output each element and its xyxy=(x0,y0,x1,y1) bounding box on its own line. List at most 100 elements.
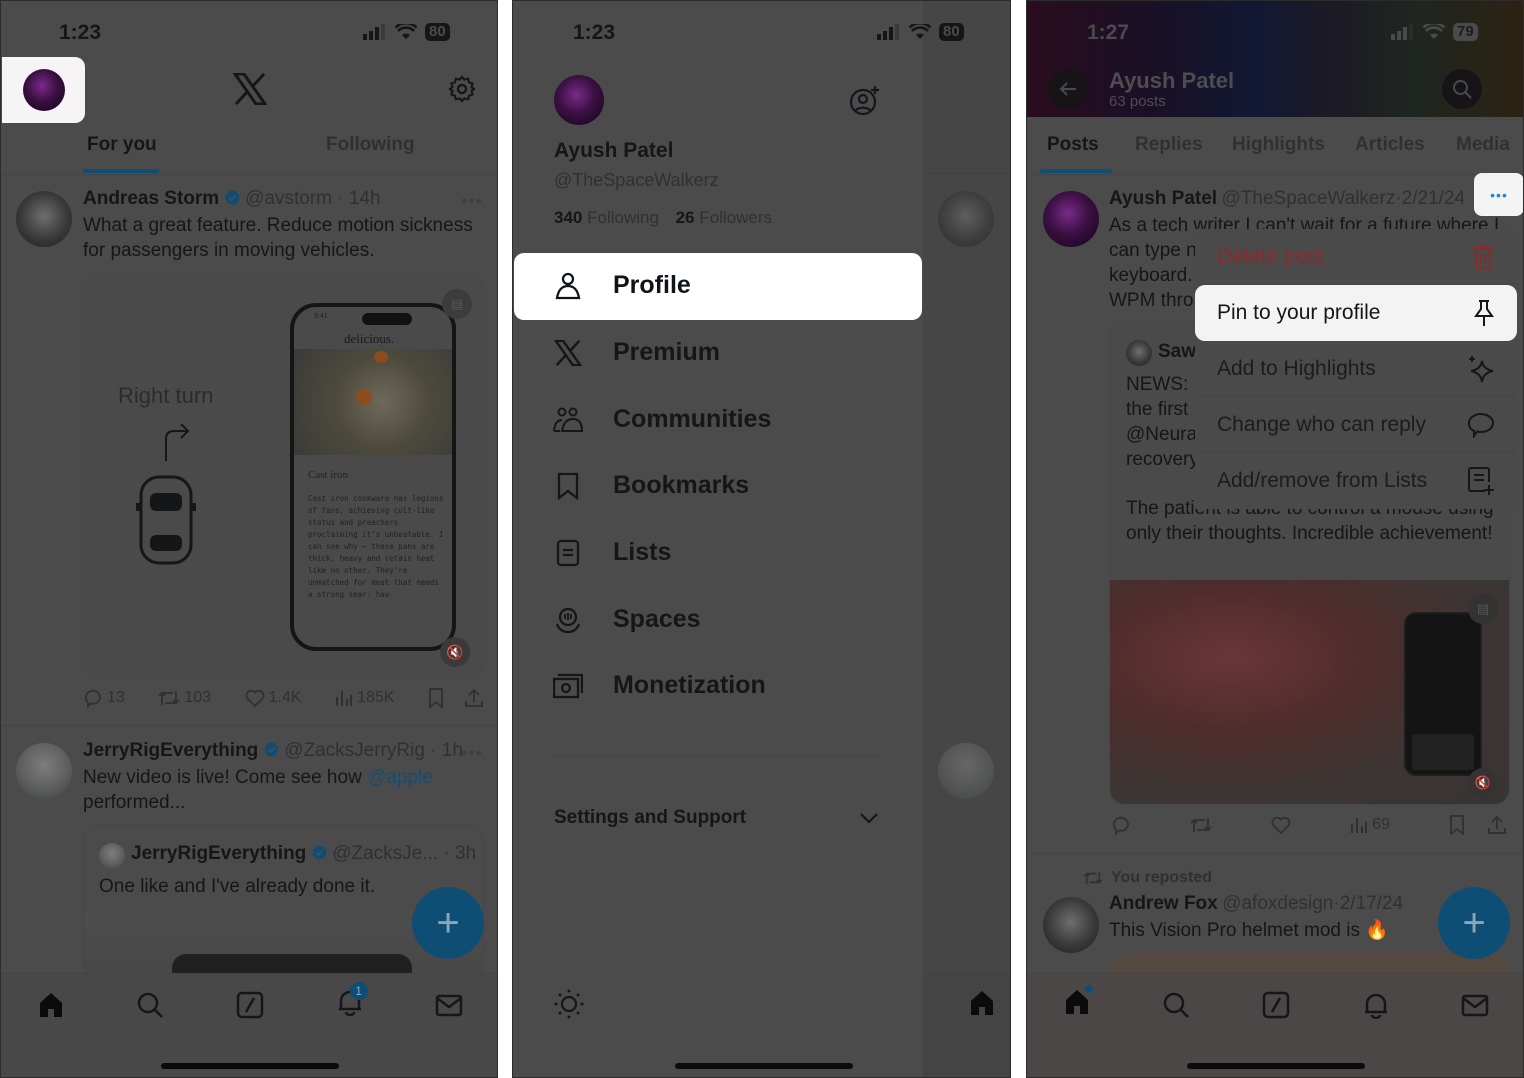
bookmark-icon[interactable] xyxy=(428,688,444,708)
gear-icon[interactable] xyxy=(448,75,476,103)
drawer-item-premium[interactable]: Premium xyxy=(553,338,720,367)
drawer-item-lists[interactable]: Lists xyxy=(553,538,671,567)
views-button[interactable]: 69 xyxy=(1350,816,1390,834)
tab-articles[interactable]: Articles xyxy=(1355,134,1425,156)
share-icon[interactable] xyxy=(464,688,484,708)
more-options-button[interactable]: ••• xyxy=(1474,173,1523,216)
tweet-author-avatar[interactable] xyxy=(16,191,72,247)
tab-replies[interactable]: Replies xyxy=(1135,134,1203,156)
heart-icon[interactable] xyxy=(1271,816,1291,834)
grok-icon[interactable] xyxy=(236,991,264,1019)
divider xyxy=(1,725,497,726)
tweet-author-name[interactable]: JerryRigEverything xyxy=(83,740,258,761)
mute-icon[interactable]: 🔇 xyxy=(1468,768,1498,798)
tweet-media-video[interactable]: Right turn 9:41 delicious. Cast iron Cas… xyxy=(83,274,484,679)
quoted-author-name: Saw xyxy=(1158,341,1197,362)
quoted-author-name: JerryRigEverything xyxy=(131,843,307,864)
tab-following[interactable]: Following xyxy=(326,134,415,156)
drawer-item-profile[interactable]: Profile xyxy=(553,271,691,300)
chevron-down-icon[interactable] xyxy=(859,811,879,825)
food-photo xyxy=(294,349,452,455)
tweet-text-part: New video is live! Come see how xyxy=(83,767,368,788)
quoted-media-video[interactable]: ▤ 🔇 xyxy=(1110,580,1509,804)
heart-icon xyxy=(245,689,265,707)
share-icon[interactable] xyxy=(1487,815,1507,835)
drawer-item-monetization[interactable]: Monetization xyxy=(553,671,766,700)
more-options-icon[interactable]: ••• xyxy=(461,743,483,764)
tweet-text-part: performed... xyxy=(83,792,186,813)
like-button[interactable]: 1.4K xyxy=(245,689,302,707)
post-author-avatar[interactable] xyxy=(1043,191,1099,247)
tweet-text: New video is live! Come see how @apple pe… xyxy=(83,765,483,815)
repost-author-avatar[interactable] xyxy=(1043,897,1099,953)
following-link[interactable]: 340 Following xyxy=(554,208,659,227)
menu-item-change-who-can-reply[interactable]: Change who can reply xyxy=(1195,397,1517,453)
tweet-handle: @ZacksJerryRig xyxy=(284,740,425,761)
following-count: 340 xyxy=(554,208,583,227)
header-posts-count: 63 posts xyxy=(1109,93,1166,110)
compose-fab-button[interactable]: + xyxy=(412,887,484,959)
battery-indicator: 80 xyxy=(939,23,964,41)
home-button[interactable] xyxy=(1063,985,1093,1021)
more-options-icon[interactable]: ••• xyxy=(461,191,483,212)
tab-posts[interactable]: Posts xyxy=(1047,134,1099,156)
tweet-header: JerryRigEverything @ZacksJerryRig · 1h xyxy=(83,740,463,761)
post-author-name[interactable]: Ayush Patel xyxy=(1109,188,1217,209)
menu-item-add-to-highlights[interactable]: Add to Highlights xyxy=(1195,341,1517,397)
drawer-item-bookmarks[interactable]: Bookmarks xyxy=(553,471,749,500)
drawer-item-communities[interactable]: Communities xyxy=(553,405,771,434)
menu-item-pin-to-profile[interactable]: Pin to your profile xyxy=(1195,285,1517,341)
repost-author-name[interactable]: Andrew Fox xyxy=(1109,893,1218,914)
drawer-item-label: Lists xyxy=(613,538,672,566)
views-button[interactable]: 185K xyxy=(335,689,394,707)
tab-highlights[interactable]: Highlights xyxy=(1232,134,1325,156)
spaces-icon xyxy=(555,607,581,633)
drawer-item-spaces[interactable]: Spaces xyxy=(553,605,701,634)
drawer-avatar[interactable] xyxy=(554,75,604,125)
grok-icon[interactable] xyxy=(1262,991,1290,1019)
tweet-author-avatar[interactable] xyxy=(16,743,72,799)
reply-icon[interactable] xyxy=(1111,815,1131,835)
add-account-icon[interactable] xyxy=(849,85,881,117)
quoted-text: One like and I've already done it. xyxy=(99,876,376,897)
compose-fab-button[interactable]: + xyxy=(1438,887,1510,959)
wifi-icon xyxy=(395,24,417,39)
search-icon[interactable] xyxy=(136,991,164,1019)
captions-off-icon[interactable]: ▤ xyxy=(1468,594,1498,624)
active-tab-indicator xyxy=(83,169,159,173)
post-date: 2/21/24 xyxy=(1401,188,1466,209)
communities-icon xyxy=(553,407,583,432)
person-icon xyxy=(555,272,581,299)
tab-media[interactable]: Media xyxy=(1456,134,1510,156)
tab-for-you[interactable]: For you xyxy=(87,134,157,156)
drawer-profile-name[interactable]: Ayush Patel xyxy=(554,139,673,163)
captions-off-icon[interactable]: ▤ xyxy=(442,289,472,319)
phone-time: 9:41 xyxy=(314,313,328,320)
menu-item-label: Add to Highlights xyxy=(1217,356,1376,380)
mail-icon[interactable] xyxy=(1461,991,1489,1019)
notifications-button[interactable]: 1 xyxy=(336,982,368,1021)
settings-support-label[interactable]: Settings and Support xyxy=(554,807,746,829)
tweet-header: Andreas Storm @avstorm · 14h xyxy=(83,188,381,209)
repost-icon[interactable] xyxy=(1190,816,1212,834)
search-button[interactable] xyxy=(1442,69,1482,109)
home-icon[interactable] xyxy=(37,991,65,1019)
followers-link[interactable]: 26 Followers xyxy=(676,208,772,227)
profile-avatar-button[interactable] xyxy=(2,57,85,123)
bookmark-icon[interactable] xyxy=(1449,815,1465,835)
tweet-author-name[interactable]: Andreas Storm xyxy=(83,188,219,209)
search-icon[interactable] xyxy=(1162,991,1190,1019)
reply-button[interactable]: 13 xyxy=(83,688,125,708)
display-theme-icon[interactable] xyxy=(554,989,584,1019)
repost-button[interactable]: 103 xyxy=(158,689,211,707)
quoted-handle: @ZacksJe... xyxy=(332,843,439,864)
menu-item-delete-post[interactable]: Delete post xyxy=(1195,229,1517,285)
back-button[interactable] xyxy=(1048,69,1088,109)
mail-icon[interactable] xyxy=(435,991,463,1019)
bell-icon[interactable] xyxy=(1362,991,1390,1019)
menu-item-add-remove-lists[interactable]: Add/remove from Lists xyxy=(1195,453,1517,509)
mute-icon[interactable]: 🔇 xyxy=(440,637,470,667)
phone-mockup-image xyxy=(1404,612,1482,776)
mention-link[interactable]: @apple xyxy=(367,767,433,788)
list-add-icon xyxy=(1468,467,1494,495)
